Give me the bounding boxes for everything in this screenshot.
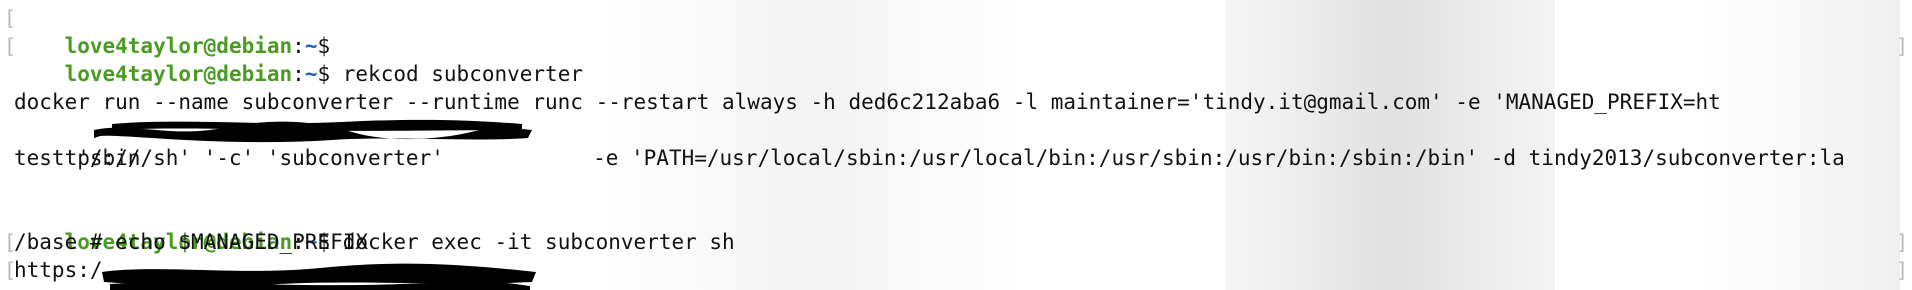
line-marker-right: ] [1895,258,1908,282]
command-text: rekcod subconverter [342,62,583,86]
line-marker-right: ] [1895,34,1908,58]
terminal-output-line: docker run --name subconverter --runtime… [14,90,1721,114]
terminal-output-line: /base # echo $MANAGED_PREFIX [14,230,369,254]
terminal-line-prompt: love4taylor@debian:~$ [14,4,343,58]
prompt-user-host: love4taylor@debian [64,62,293,86]
terminal-window[interactable]: [ [ [ [ ] ] ] love4taylor@debian:~$ love… [0,0,1912,290]
line-marker-right: ] [1895,230,1908,254]
terminal-output-line: test '/bin/sh' '-c' 'subconverter' [14,146,444,170]
redaction-scribble [102,263,536,290]
terminal-line-prompt: love4taylor@debian:~$ docker exec -it su… [14,200,735,254]
command-text: docker exec -it subconverter sh [342,230,735,254]
output-text: -e 'PATH=/usr/local/sbin:/usr/local/bin:… [580,146,1845,170]
prompt-colon: : [292,62,305,86]
prompt-symbol: $ [317,62,343,86]
terminal-line-prompt: love4taylor@debian:~$ rekcod subconverte… [14,32,583,86]
redaction-scribble [94,119,532,143]
terminal-output-line: https:/ [14,258,103,282]
prompt-path: ~ [304,62,318,86]
